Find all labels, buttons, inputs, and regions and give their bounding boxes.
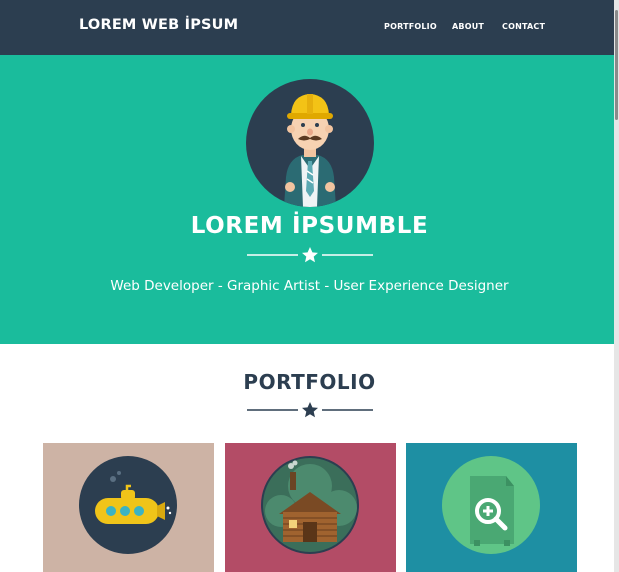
star-icon xyxy=(302,402,318,418)
nav-link-portfolio[interactable]: PORTFOLIO xyxy=(384,22,437,31)
portfolio-item-cabin[interactable] xyxy=(225,443,396,572)
hero-tagline: Web Developer - Graphic Artist - User Ex… xyxy=(110,278,509,294)
safe-magnifier-icon xyxy=(442,456,540,554)
star-icon xyxy=(302,247,318,263)
navbar: LOREM WEB İPSUM PORTFOLIO ABOUT CONTACT xyxy=(0,0,619,55)
nav-link-contact[interactable]: CONTACT xyxy=(502,22,545,31)
brand-logo[interactable]: LOREM WEB İPSUM xyxy=(79,17,238,33)
nav-link-about[interactable]: ABOUT xyxy=(452,22,484,31)
hero-star-divider xyxy=(0,245,619,265)
hero-name: LOREM İPSUMBLE xyxy=(190,213,429,239)
submarine-icon xyxy=(79,456,177,554)
log-cabin-icon xyxy=(261,456,359,554)
portfolio-title: PORTFOLIO xyxy=(243,370,376,394)
cartoon-man-hardhat-icon xyxy=(246,79,374,207)
scrollbar-thumb[interactable] xyxy=(615,10,618,120)
portfolio-star-divider xyxy=(0,399,619,419)
hero-section: LOREM İPSUMBLE Web Developer - Graphic A… xyxy=(0,55,614,344)
portfolio-item-safe[interactable] xyxy=(406,443,577,572)
portfolio-item-submarine[interactable] xyxy=(43,443,214,572)
